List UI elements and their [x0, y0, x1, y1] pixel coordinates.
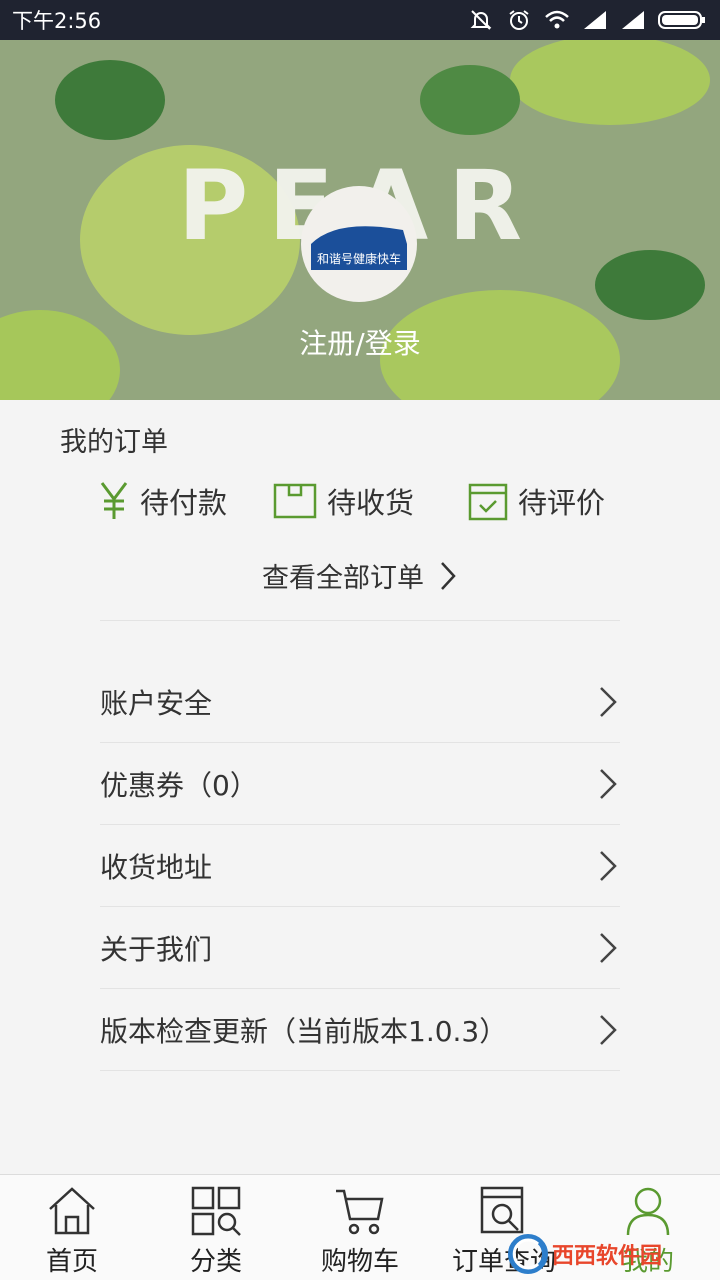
cart-icon: [336, 1189, 384, 1235]
nav-item-cart[interactable]: 购物车: [288, 1175, 432, 1280]
battery-icon: [658, 11, 705, 29]
menu-item-about-us[interactable]: 关于我们: [100, 907, 620, 989]
signal-icon-2: [622, 11, 644, 29]
order-status-label: 待付款: [140, 486, 228, 520]
nav-item-category[interactable]: 分类: [144, 1175, 288, 1280]
order-status-pending-payment[interactable]: 待付款: [98, 478, 227, 524]
view-all-orders-link[interactable]: 查看全部订单: [0, 556, 720, 595]
watermark-logo: 西西软件园: [508, 1228, 720, 1280]
menu-item-coupons[interactable]: 优惠券（0）: [100, 743, 620, 825]
login-register-link[interactable]: 注册/登录: [0, 322, 720, 362]
train-logo-icon: 和谐号健康快车: [311, 226, 407, 270]
menu-item-label: 收货地址: [100, 850, 213, 884]
view-all-label: 查看全部订单: [262, 563, 424, 594]
alarm-icon: [509, 10, 529, 30]
menu-item-account-security[interactable]: 账户安全: [100, 661, 620, 743]
nav-item-label: 购物车: [320, 1247, 399, 1277]
wifi-icon: [545, 10, 569, 29]
menu-item-label: 关于我们: [100, 932, 213, 966]
order-status-pending-receipt[interactable]: 待收货: [273, 478, 414, 524]
order-status-label: 待收货: [327, 486, 415, 520]
orders-divider: [100, 620, 620, 621]
avatar[interactable]: 和谐号健康快车: [301, 186, 417, 302]
yen-icon: [100, 482, 128, 519]
chevron-right-icon: [600, 1014, 617, 1045]
profile-banner: PEAR 和谐号健康快车 注册/登录: [0, 40, 720, 400]
chevron-right-icon: [600, 686, 617, 717]
menu-item-label: 账户安全: [100, 686, 213, 720]
watermark-text: 西西软件园: [552, 1244, 663, 1269]
status-icons: [468, 9, 706, 31]
order-status-pending-review[interactable]: 待评价: [468, 478, 605, 524]
box-icon: [273, 483, 317, 519]
chevron-right-icon: [600, 932, 617, 963]
chevron-right-icon: [441, 561, 456, 590]
order-status-label: 待评价: [518, 486, 606, 520]
mute-bell-icon: [470, 10, 492, 30]
check-box-icon: [468, 483, 508, 521]
menu-item-label: 优惠券（0）: [100, 768, 258, 802]
chevron-right-icon: [600, 768, 617, 799]
nav-item-label: 分类: [189, 1247, 242, 1277]
chevron-right-icon: [600, 850, 617, 881]
nav-item-home[interactable]: 首页: [0, 1175, 144, 1280]
home-icon: [49, 1187, 95, 1235]
signal-icon: [584, 11, 606, 29]
nav-item-label: 首页: [45, 1247, 98, 1277]
category-icon: [191, 1186, 241, 1236]
menu-item-check-update[interactable]: 版本检查更新（当前版本1.0.3）: [100, 989, 620, 1071]
status-bar: 下午2:56: [0, 0, 720, 40]
menu-item-address[interactable]: 收货地址: [100, 825, 620, 907]
orders-title: 我的订单: [60, 427, 168, 458]
status-time: 下午2:56: [12, 9, 102, 33]
menu-item-label: 版本检查更新（当前版本1.0.3）: [100, 1014, 508, 1048]
watermark-c-icon: [508, 1234, 548, 1274]
avatar-logo-text: 和谐号健康快车: [317, 251, 401, 266]
